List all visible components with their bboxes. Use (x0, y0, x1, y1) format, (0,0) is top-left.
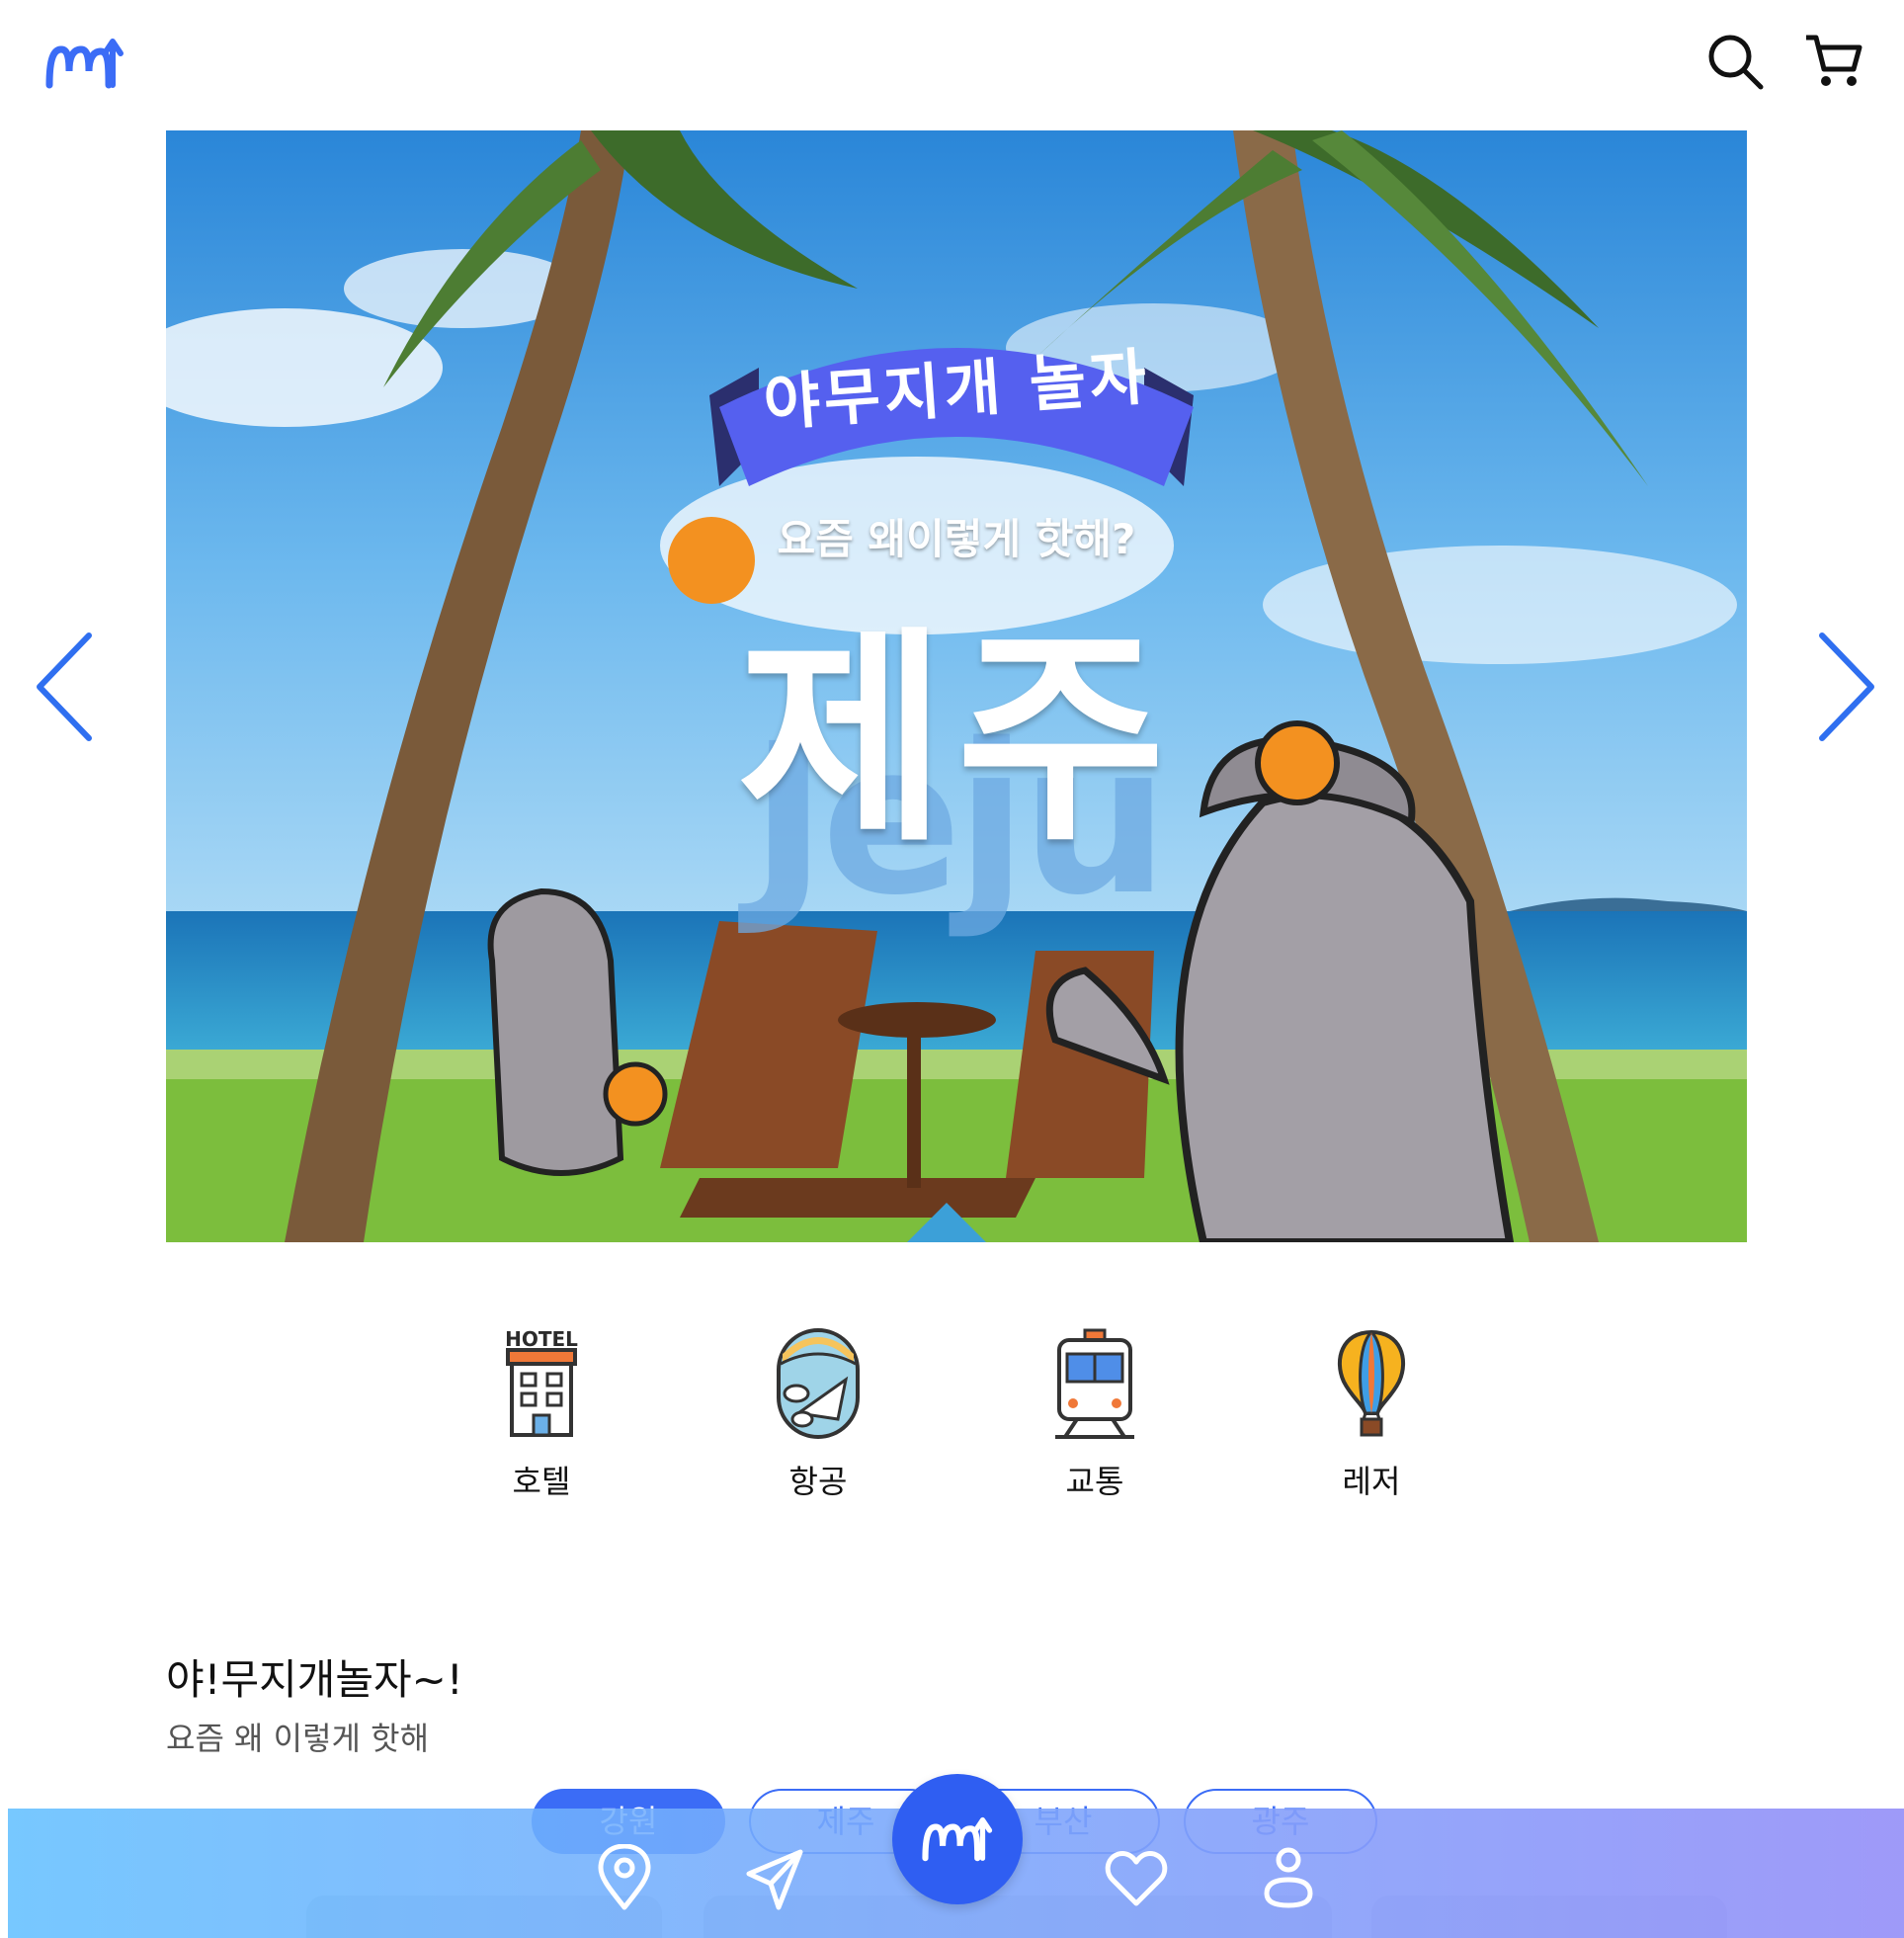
section-title: 야!무지개놀자~! (166, 1655, 463, 1704)
heart-icon[interactable] (1105, 1844, 1168, 1913)
cart-icon[interactable] (1802, 30, 1865, 93)
section-subtitle: 요즘 왜 이렇게 핫해 (166, 1720, 430, 1757)
user-icon[interactable] (1257, 1844, 1320, 1913)
chevron-left-icon[interactable] (32, 628, 101, 746)
category-leisure[interactable]: 레저 (1297, 1324, 1446, 1502)
location-pin-icon[interactable] (593, 1843, 656, 1913)
chevron-right-icon[interactable] (1810, 628, 1879, 746)
search-icon[interactable] (1703, 30, 1767, 93)
category-label: 항공 (788, 1463, 848, 1500)
category-label: 레저 (1342, 1463, 1401, 1500)
home-logo-icon[interactable] (892, 1774, 1023, 1904)
category-flight[interactable]: 항공 (744, 1324, 892, 1502)
send-icon[interactable] (743, 1844, 806, 1913)
category-label: 교통 (1065, 1463, 1124, 1500)
airplane-window-icon (777, 1328, 860, 1439)
train-icon (1055, 1328, 1134, 1439)
category-hotel[interactable]: HOTEL 호텔 (467, 1324, 616, 1502)
hotel-icon: HOTEL (505, 1327, 578, 1437)
hero-banner[interactable]: Jeju 야무지개 놀자 요즘 왜이렇게 핫해? 제주 (166, 130, 1747, 1242)
hero-title: 제주 (737, 609, 1176, 873)
category-transport[interactable]: 교통 (1021, 1324, 1169, 1502)
svg-text:HOTEL: HOTEL (505, 1327, 578, 1351)
rainbow-m-logo[interactable] (43, 30, 128, 95)
hot-air-balloon-icon (1337, 1329, 1406, 1437)
category-label: 호텔 (512, 1463, 571, 1500)
